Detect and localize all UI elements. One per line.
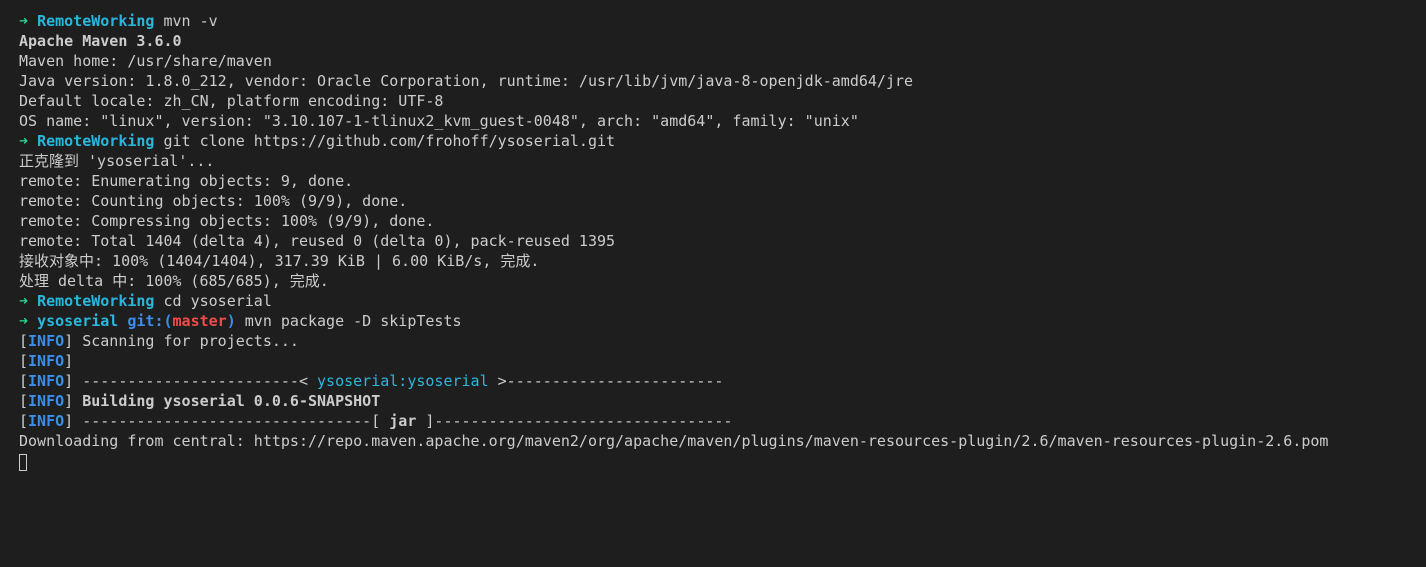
building-text: Building ysoserial 0.0.6-SNAPSHOT [73, 392, 381, 410]
command-text: mvn package -D skipTests [244, 312, 462, 330]
separator: --------------------------------[ [73, 412, 390, 430]
prompt-directory: RemoteWorking [37, 12, 155, 30]
bracket: [ [19, 372, 29, 390]
output-line: remote: Total 1404 (delta 4), reused 0 (… [19, 232, 616, 250]
bracket: ] [64, 392, 74, 410]
download-line: Downloading from central: https://repo.m… [19, 432, 1329, 450]
output-line: Maven home: /usr/share/maven [19, 52, 272, 70]
packaging-type: jar [389, 412, 417, 430]
prompt-arrow-icon: ➜ [19, 132, 29, 150]
command-text: mvn -v [163, 12, 218, 30]
output-line: Apache Maven 3.6.0 [19, 32, 182, 50]
command-text: cd ysoserial [163, 292, 272, 310]
bracket: ] [64, 372, 74, 390]
output-line: 正克隆到 'ysoserial'... [19, 152, 215, 170]
output-line: remote: Counting objects: 100% (9/9), do… [19, 192, 408, 210]
prompt-arrow-icon: ➜ [19, 12, 29, 30]
output-line: 处理 delta 中: 100% (685/685), 完成. [19, 272, 329, 290]
output-line: remote: Enumerating objects: 9, done. [19, 172, 354, 190]
command-text: git clone https://github.com/frohoff/yso… [163, 132, 616, 150]
maven-info-line: [INFO] Scanning for projects... [19, 331, 1426, 351]
bracket: ] [64, 352, 74, 370]
prompt-directory: ysoserial [37, 312, 119, 330]
bracket: [ [19, 352, 29, 370]
maven-info-line: [INFO] Building ysoserial 0.0.6-SNAPSHOT [19, 391, 1426, 411]
terminal-cursor[interactable] [19, 454, 27, 471]
input-line[interactable] [19, 451, 1426, 471]
bracket: [ [19, 332, 29, 350]
info-tag: INFO [28, 372, 65, 390]
prompt-line-mvn-version: ➜ RemoteWorking mvn -v [19, 11, 1426, 31]
git-label: git:( [127, 312, 173, 330]
info-tag: INFO [28, 332, 65, 350]
git-label-close: ) [226, 312, 236, 330]
info-tag: INFO [28, 392, 65, 410]
terminal-window[interactable]: ➜ RemoteWorking mvn -v Apache Maven 3.6.… [0, 0, 1426, 567]
bracket: ] [64, 412, 74, 430]
bracket: ] [64, 332, 74, 350]
maven-info-line: [INFO] ------------------------< ysoseri… [19, 371, 1426, 391]
bracket: [ [19, 412, 29, 430]
prompt-directory: RemoteWorking [37, 292, 155, 310]
separator: ------------------------< [73, 372, 318, 390]
info-tag: INFO [28, 352, 65, 370]
separator: ]--------------------------------- [416, 412, 733, 430]
separator: >------------------------ [488, 372, 724, 390]
prompt-arrow-icon: ➜ [19, 312, 29, 330]
info-tag: INFO [28, 412, 65, 430]
info-text: Scanning for projects... [73, 332, 299, 350]
prompt-line-mvn-package: ➜ ysoserial git:(master) mvn package -D … [19, 311, 1426, 331]
prompt-arrow-icon: ➜ [19, 292, 29, 310]
output-line: Default locale: zh_CN, platform encoding… [19, 92, 444, 110]
output-line: remote: Compressing objects: 100% (9/9),… [19, 212, 435, 230]
prompt-directory: RemoteWorking [37, 132, 155, 150]
output-line: Java version: 1.8.0_212, vendor: Oracle … [19, 72, 914, 90]
maven-info-line: [INFO] [19, 351, 1426, 371]
output-line: 接收对象中: 100% (1404/1404), 317.39 KiB | 6.… [19, 252, 540, 270]
maven-info-line: [INFO] --------------------------------[… [19, 411, 1426, 431]
prompt-line-git-clone: ➜ RemoteWorking git clone https://github… [19, 131, 1426, 151]
bracket: [ [19, 392, 29, 410]
output-line: OS name: "linux", version: "3.10.107-1-t… [19, 112, 859, 130]
prompt-line-cd: ➜ RemoteWorking cd ysoserial [19, 291, 1426, 311]
git-branch-name: master [172, 312, 227, 330]
project-id: ysoserial:ysoserial [317, 372, 489, 390]
